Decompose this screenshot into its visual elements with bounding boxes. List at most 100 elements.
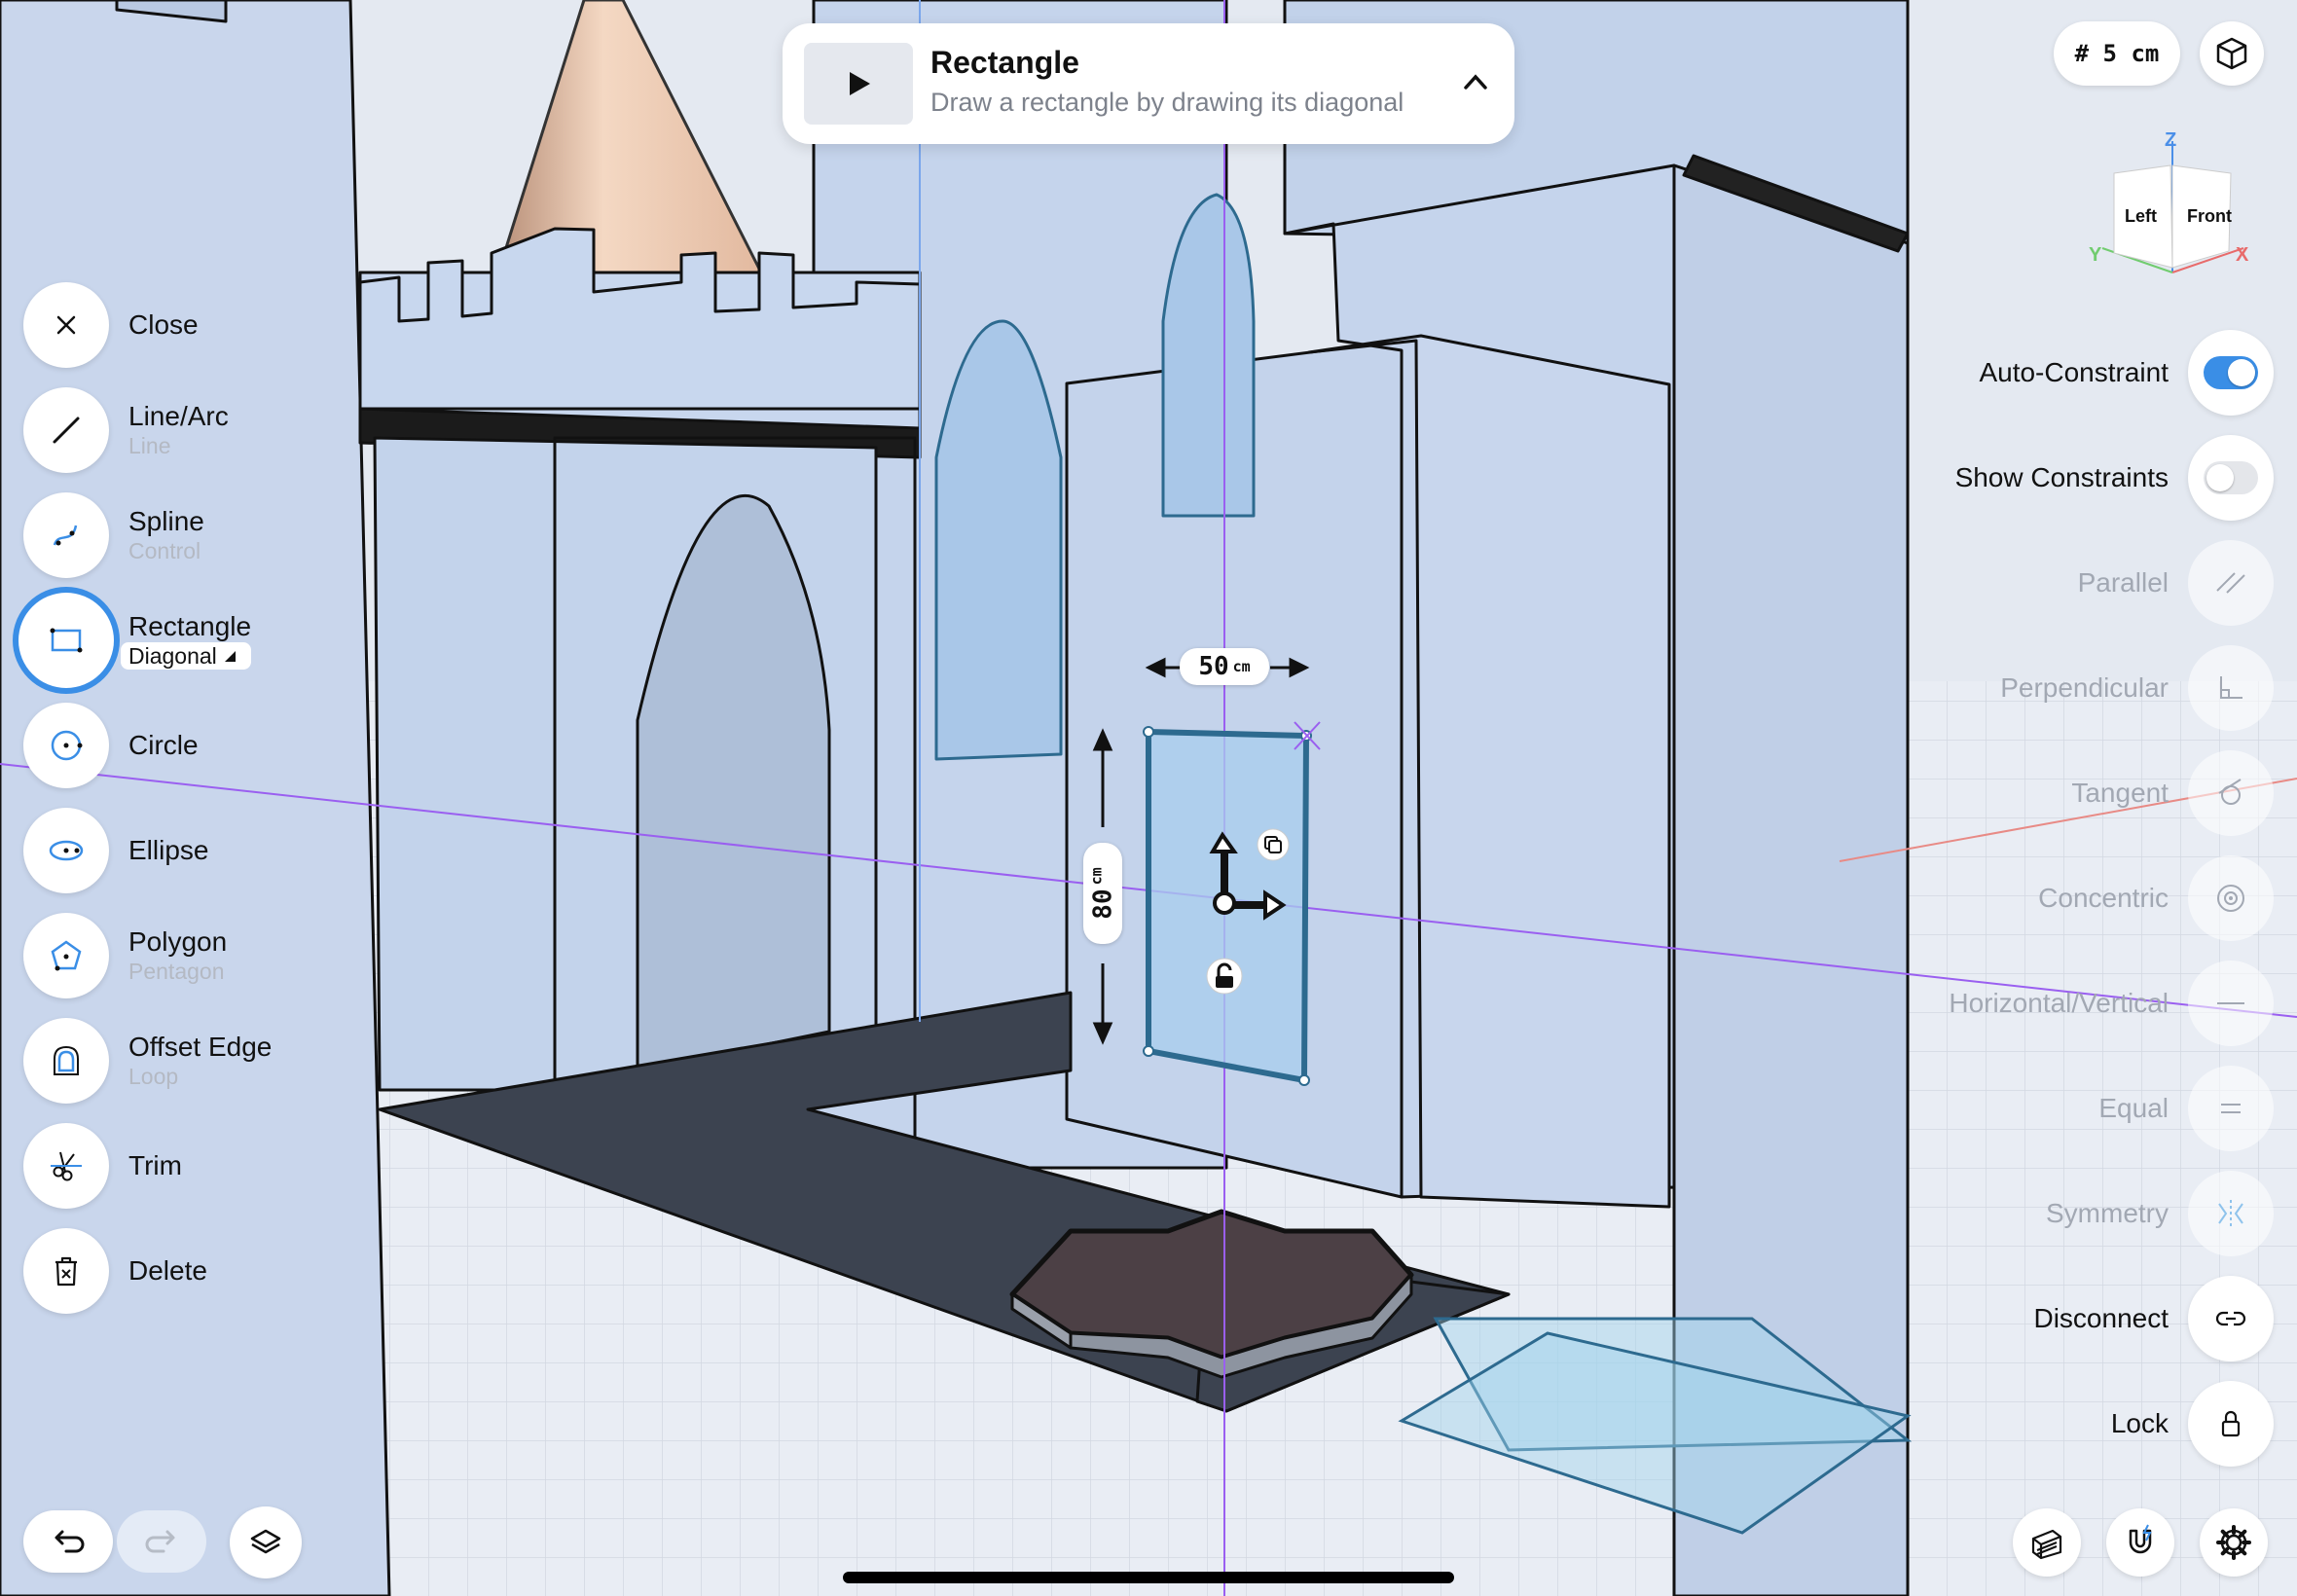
section-view-button[interactable]	[2013, 1508, 2081, 1577]
tool-hint-card[interactable]: Rectangle Draw a rectangle by drawing it…	[783, 23, 1514, 144]
tool-rectangle[interactable]: Rectangle Diagonal	[23, 598, 252, 683]
line-icon	[53, 417, 80, 444]
redo-icon	[145, 1530, 175, 1553]
chevron-up-icon[interactable]	[1458, 64, 1493, 99]
disconnect-icon	[2215, 1311, 2246, 1326]
tool-polygon[interactable]: Polygon Pentagon	[23, 913, 227, 998]
play-icon	[850, 72, 870, 95]
height-dimension-value: 80	[1088, 889, 1118, 920]
lock-icon	[2221, 1410, 2241, 1437]
tool-spline[interactable]: Spline Control	[23, 492, 204, 578]
hint-video-thumbnail[interactable]	[804, 43, 913, 125]
height-dimension-unit: cm	[1087, 867, 1106, 886]
tool-close-label: Close	[128, 309, 199, 340]
hint-title: Rectangle	[930, 45, 1079, 80]
auto-constraint-label: Auto-Constraint	[1979, 357, 2169, 387]
close-tool-button[interactable]	[23, 282, 109, 368]
auto-constraint-row[interactable]: Auto-Constraint	[1979, 330, 2274, 416]
constraint-lock[interactable]: Lock	[2111, 1381, 2274, 1467]
unlock-icon[interactable]	[1206, 958, 1243, 995]
equal-icon	[2221, 1104, 2241, 1113]
rectangle-tool-button[interactable]	[23, 598, 109, 683]
constraint-equal[interactable]: Equal	[2098, 1066, 2274, 1151]
delete-tool-button[interactable]	[23, 1228, 109, 1314]
tangent-icon	[2218, 779, 2242, 805]
tool-close[interactable]: Close	[23, 282, 199, 368]
ellipse-icon	[49, 840, 84, 861]
tool-polygon-label: Polygon	[128, 926, 228, 957]
layers-button[interactable]	[230, 1506, 302, 1578]
viewport-canvas[interactable]: Left Front Z X Y	[0, 0, 2297, 1596]
constraint-parallel[interactable]: Parallel	[2078, 540, 2274, 626]
view-cube-front-label: Front	[2187, 206, 2232, 226]
duplicate-icon[interactable]	[1257, 828, 1290, 861]
tool-trim[interactable]: Trim	[23, 1123, 182, 1209]
tool-offset-edge[interactable]: Offset Edge Loop	[23, 1018, 272, 1104]
spline-tool-button[interactable]	[23, 492, 109, 578]
close-icon	[56, 315, 76, 335]
tool-line-arc[interactable]: Line/Arc Line	[23, 387, 229, 473]
tool-offset-edge-sub: Loop	[128, 1064, 179, 1089]
trash-icon	[55, 1256, 77, 1287]
concentric-icon	[2217, 885, 2244, 912]
tool-rectangle-label: Rectangle	[128, 611, 252, 641]
rectangle-mode-dropdown[interactable]: Diagonal	[121, 642, 252, 670]
constraint-symmetry-label: Symmetry	[2046, 1198, 2169, 1228]
perpendicular-icon	[2220, 676, 2242, 699]
constraint-disconnect[interactable]: Disconnect	[2033, 1276, 2274, 1361]
undo-icon	[55, 1530, 85, 1553]
constraint-perpendicular[interactable]: Perpendicular	[2000, 645, 2274, 731]
axis-z-label: Z	[2165, 129, 2176, 151]
polygon-tool-button[interactable]	[23, 913, 109, 998]
dropdown-triangle-icon	[224, 651, 236, 662]
height-dimension-label[interactable]: 80 cm	[1083, 843, 1122, 944]
section-icon	[2031, 1529, 2062, 1560]
tool-spline-sub: Control	[128, 538, 201, 563]
width-dimension-unit: cm	[1232, 658, 1251, 675]
show-constraints-row[interactable]: Show Constraints	[1955, 435, 2274, 521]
show-constraints-toggle-wrap[interactable]	[2188, 435, 2274, 521]
layers-icon	[250, 1529, 281, 1554]
offset-edge-icon	[54, 1045, 79, 1075]
cube-icon	[2216, 37, 2247, 70]
constraint-horizontal-vertical[interactable]: Horizontal/Vertical	[1949, 961, 2274, 1046]
redo-button[interactable]	[117, 1510, 206, 1573]
constraint-tangent[interactable]: Tangent	[2071, 750, 2274, 836]
tool-trim-label: Trim	[128, 1150, 182, 1180]
tool-polygon-sub: Pentagon	[128, 959, 225, 984]
auto-constraint-toggle[interactable]	[2204, 356, 2258, 389]
symmetry-icon	[2218, 1200, 2243, 1227]
auto-constraint-toggle-wrap[interactable]	[2188, 330, 2274, 416]
circle-tool-button[interactable]	[23, 703, 109, 788]
width-dimension-value: 50	[1198, 652, 1229, 681]
tool-circle[interactable]: Circle	[23, 703, 199, 788]
grid-size-button[interactable]: # 5 cm	[2054, 21, 2180, 86]
hint-description: Draw a rectangle by drawing its diagonal	[930, 88, 1404, 117]
constraint-concentric[interactable]: Concentric	[2038, 855, 2274, 941]
undo-button[interactable]	[23, 1510, 113, 1573]
show-constraints-toggle[interactable]	[2204, 461, 2258, 494]
axis-x-label: X	[2236, 244, 2249, 266]
rectangle-icon	[50, 628, 83, 653]
line-arc-tool-button[interactable]	[23, 387, 109, 473]
home-indicator[interactable]	[843, 1572, 1454, 1583]
constraint-symmetry[interactable]: Symmetry	[2046, 1171, 2274, 1256]
constraint-tangent-label: Tangent	[2071, 778, 2169, 808]
width-dimension-label[interactable]: 50 cm	[1180, 648, 1269, 685]
constraint-lock-label: Lock	[2110, 1408, 2169, 1438]
trim-tool-button[interactable]	[23, 1123, 109, 1209]
polygon-icon	[51, 940, 82, 971]
parallel-icon	[2216, 572, 2245, 594]
view-mode-button[interactable]	[2200, 21, 2264, 86]
tool-delete[interactable]: Delete	[23, 1228, 207, 1314]
ellipse-tool-button[interactable]	[23, 808, 109, 893]
settings-button[interactable]	[2200, 1508, 2268, 1577]
tool-ellipse[interactable]: Ellipse	[23, 808, 208, 893]
view-cube-left-label: Left	[2125, 206, 2157, 226]
offset-edge-tool-button[interactable]	[23, 1018, 109, 1104]
tool-delete-label: Delete	[128, 1255, 207, 1286]
tool-spline-label: Spline	[128, 506, 204, 536]
tool-line-arc-sub: Line	[128, 433, 171, 458]
snap-button[interactable]	[2106, 1508, 2174, 1577]
scissors-icon	[51, 1151, 82, 1181]
